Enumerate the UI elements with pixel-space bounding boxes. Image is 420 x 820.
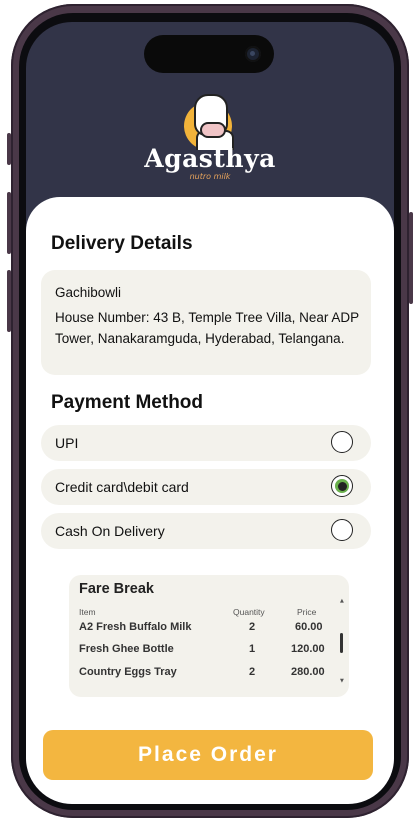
scroll-down-arrow-icon[interactable]: ▼ — [340, 679, 344, 684]
fare-row-quantity: 1 — [249, 643, 256, 655]
brand-logo: Agasthya nutro milk — [26, 92, 394, 182]
fare-row-price: 60.00 — [295, 621, 323, 633]
payment-option-card[interactable]: Credit card\debit card — [41, 469, 371, 505]
fare-row-quantity: 2 — [249, 666, 256, 678]
payment-option-cod[interactable]: Cash On Delivery — [41, 513, 371, 549]
cow-nose-icon — [200, 122, 226, 138]
camera-icon — [245, 46, 261, 62]
place-order-button[interactable]: Place Order — [43, 730, 373, 780]
fare-breakdown-panel[interactable]: Fare Break Item Quantity Price A2 Fresh … — [69, 575, 349, 697]
delivery-address: House Number: 43 B, Temple Tree Villa, N… — [55, 310, 359, 346]
dynamic-island — [144, 35, 274, 73]
payment-heading: Payment Method — [51, 392, 204, 413]
fare-column-quantity: Quantity — [233, 607, 265, 617]
fare-row-price: 280.00 — [291, 666, 325, 678]
radio-button[interactable] — [331, 431, 353, 453]
delivery-area: Gachibowli — [55, 285, 122, 300]
payment-option-label: UPI — [55, 435, 79, 451]
radio-button[interactable] — [331, 519, 353, 541]
checkout-card: Delivery Details Gachibowli House Number… — [26, 197, 394, 804]
payment-option-upi[interactable]: UPI — [41, 425, 371, 461]
phone-power-button — [409, 212, 413, 304]
fare-row-item: Fresh Ghee Bottle — [79, 643, 174, 655]
scroll-up-arrow-icon[interactable]: ▲ — [340, 599, 344, 604]
fare-row-item: A2 Fresh Buffalo Milk — [79, 621, 192, 633]
fare-title: Fare Break — [79, 581, 154, 597]
fare-column-price: Price — [297, 607, 317, 617]
brand-name: Agasthya — [144, 144, 276, 173]
payment-option-label: Cash On Delivery — [55, 523, 165, 539]
payment-option-label: Credit card\debit card — [55, 479, 189, 495]
phone-screen: Agasthya nutro milk Delivery Details Gac… — [26, 22, 394, 804]
fare-column-item: Item — [79, 607, 96, 617]
radio-button-selected[interactable] — [331, 475, 353, 497]
delivery-heading: Delivery Details — [51, 233, 193, 254]
brand-tagline: nutro milk — [189, 172, 231, 181]
fare-row-price: 120.00 — [291, 643, 325, 655]
scroll-thumb[interactable] — [340, 633, 343, 653]
delivery-address-box[interactable]: Gachibowli House Number: 43 B, Temple Tr… — [41, 270, 371, 375]
fare-row-quantity: 2 — [249, 621, 256, 633]
fare-scrollbar[interactable]: ▲ ▼ — [340, 599, 344, 685]
fare-row-item: Country Eggs Tray — [79, 666, 177, 678]
